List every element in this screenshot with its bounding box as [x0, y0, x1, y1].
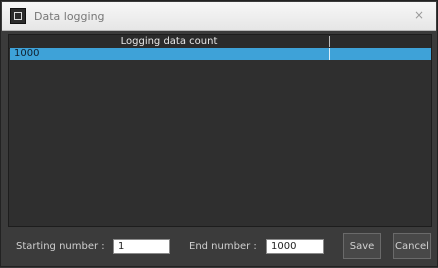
close-icon[interactable]: ×: [414, 8, 424, 22]
table-row[interactable]: 1000: [10, 48, 431, 60]
column-separator: [329, 36, 330, 47]
save-button[interactable]: Save: [343, 233, 381, 259]
title-bar: Data logging ×: [2, 2, 436, 31]
app-window-icon: [10, 8, 26, 24]
table-cell: 1000: [14, 48, 40, 59]
logging-data-grid[interactable]: Logging data count 1000: [8, 34, 432, 227]
grid-header: Logging data count: [9, 35, 431, 49]
starting-number-field[interactable]: 1: [113, 239, 170, 254]
cancel-button[interactable]: Cancel: [393, 233, 431, 259]
starting-number-label: Starting number :: [16, 241, 105, 252]
window-title: Data logging: [34, 9, 105, 23]
row-column-separator: [329, 48, 330, 60]
data-logging-dialog: Data logging × Logging data count 1000 S…: [0, 0, 438, 267]
end-number-label: End number :: [189, 241, 257, 252]
dialog-footer: Starting number : 1 End number : 1000 Sa…: [1, 227, 438, 268]
end-number-field[interactable]: 1000: [266, 239, 324, 254]
column-header-logging-data-count[interactable]: Logging data count: [9, 35, 329, 48]
